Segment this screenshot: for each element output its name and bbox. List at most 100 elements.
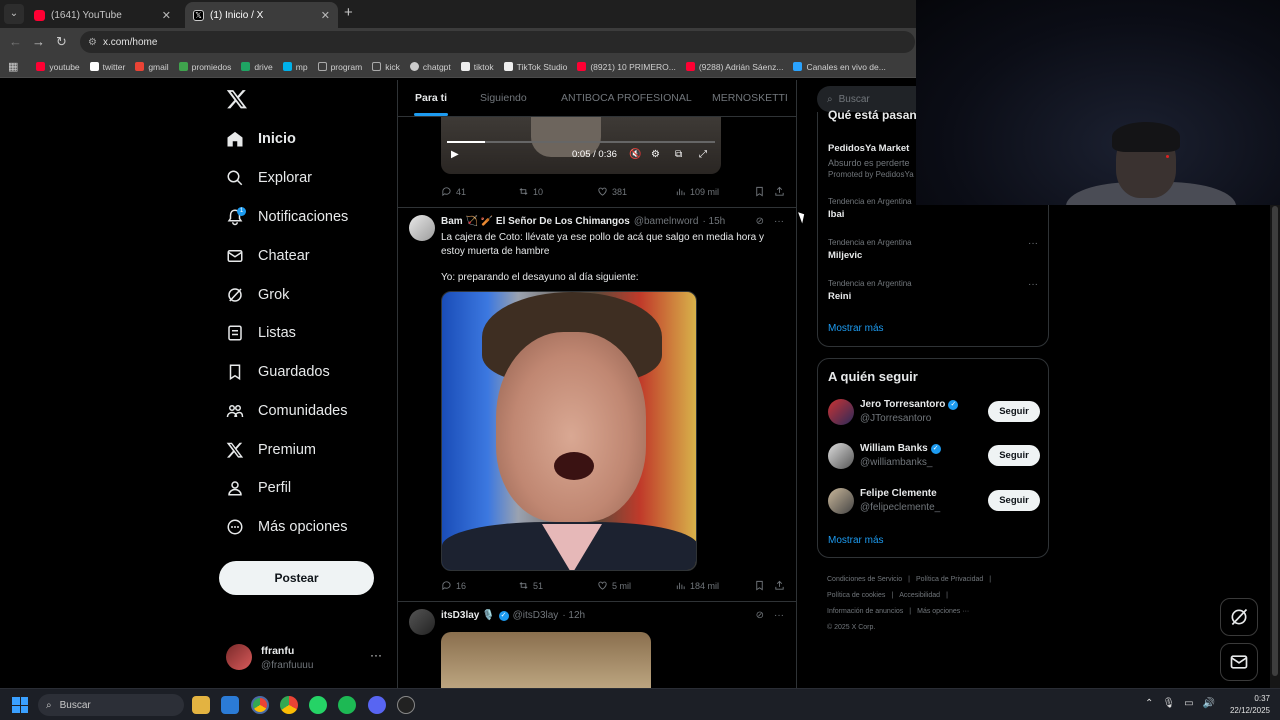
chevron-up-icon[interactable]: ⌃ <box>1145 698 1153 709</box>
nav-item-grok[interactable]: Grok <box>226 282 289 308</box>
share-button[interactable] <box>774 580 785 591</box>
windows-start-icon[interactable] <box>12 697 28 713</box>
taskbar-clock[interactable]: 0:37 22/12/2025 <box>1230 693 1270 717</box>
obs-icon[interactable] <box>397 696 415 714</box>
nav-item-comunidades[interactable]: Comunidades <box>226 398 347 424</box>
tab-search-button[interactable]: ⌄ <box>4 4 24 24</box>
site-info-icon[interactable]: ⚙ <box>88 37 97 48</box>
back-arrow-icon[interactable]: ← <box>9 34 22 49</box>
repost-button[interactable]: 10 <box>518 186 543 197</box>
volume-icon[interactable]: 🔊 <box>1203 698 1215 709</box>
nav-item-mas-opciones[interactable]: Más opciones <box>226 514 347 540</box>
more-icon[interactable]: ··· <box>1028 279 1038 290</box>
bookmark-item[interactable]: mp <box>282 62 308 72</box>
new-tab-button[interactable]: + <box>344 4 353 21</box>
bookmark-item[interactable]: gmail <box>135 62 169 72</box>
bookmark-item[interactable]: drive <box>241 62 273 72</box>
follow-show-more-link[interactable]: Mostrar más <box>828 535 884 546</box>
follow-button[interactable]: Seguir <box>988 401 1040 422</box>
views-button[interactable]: 109 mil <box>675 186 719 197</box>
store-icon[interactable] <box>221 696 239 714</box>
chrome-profile-icon[interactable] <box>280 696 298 714</box>
grok-icon[interactable]: ⊘ <box>756 216 764 227</box>
account-switcher[interactable]: ffranfu @franfuuuu ··· <box>226 642 386 678</box>
avatar[interactable] <box>409 215 435 241</box>
nav-item-guardados[interactable]: Guardados <box>226 359 330 385</box>
reply-button[interactable]: 16 <box>441 580 466 591</box>
close-tab-icon[interactable]: ✕ <box>321 9 330 22</box>
nav-item-inicio[interactable]: Inicio <box>226 126 296 152</box>
trends-show-more-link[interactable]: Mostrar más <box>828 323 884 334</box>
tab-youtube[interactable]: (1641) YouTube ✕ <box>26 2 179 28</box>
bookmark-item[interactable]: tiktok <box>460 62 494 72</box>
scrollbar-thumb[interactable] <box>1272 206 1278 676</box>
bookmark-item[interactable]: (8921) 10 PRIMERO... <box>577 62 676 72</box>
follow-button[interactable]: Seguir <box>988 445 1040 466</box>
nav-item-chatear[interactable]: Chatear <box>226 243 310 269</box>
follow-suggestion[interactable]: Felipe Clemente @felipeclemente_ Seguir <box>828 488 1040 518</box>
more-icon[interactable]: ··· <box>1028 238 1038 249</box>
repost-button[interactable]: 51 <box>518 580 543 591</box>
mute-icon[interactable]: 🔇 <box>629 149 641 160</box>
whatsapp-icon[interactable] <box>309 696 327 714</box>
post-time[interactable]: · 12h <box>562 610 585 621</box>
footer-link[interactable]: Política de Privacidad <box>916 576 983 583</box>
bookmark-item[interactable]: program <box>317 62 362 72</box>
more-icon[interactable]: ··· <box>774 610 784 621</box>
tab-x-home[interactable]: 𝕏 (1) Inicio / X ✕ <box>185 2 338 28</box>
nav-item-perfil[interactable]: Perfil <box>226 475 291 501</box>
avatar[interactable] <box>409 609 435 635</box>
bookmark-item[interactable]: promiedos <box>178 62 231 72</box>
settings-gear-icon[interactable]: ⚙ <box>651 149 660 160</box>
grok-icon[interactable]: ⊘ <box>756 610 764 621</box>
tab-para-ti[interactable]: Para ti <box>415 92 447 104</box>
like-button[interactable]: 381 <box>597 186 627 197</box>
follow-suggestion[interactable]: William Banks ✓ @williambanks_ Seguir <box>828 443 1040 473</box>
trend-item[interactable]: Tendencia en Argentina Reini ··· <box>828 279 1040 302</box>
post-time[interactable]: · 15h <box>702 216 725 227</box>
reply-button[interactable]: 41 <box>441 186 466 197</box>
more-icon[interactable]: ··· <box>774 216 784 227</box>
reload-icon[interactable]: ↻ <box>56 34 67 50</box>
nav-item-listas[interactable]: Listas <box>226 320 296 346</box>
footer-link[interactable]: Información de anuncios <box>827 608 903 615</box>
bookmark-item[interactable]: kick <box>372 62 400 72</box>
forward-arrow-icon[interactable]: → <box>32 34 45 49</box>
follow-button[interactable]: Seguir <box>988 490 1040 511</box>
file-explorer-icon[interactable] <box>192 696 210 714</box>
bookmark-post-button[interactable] <box>754 186 765 197</box>
fullscreen-icon[interactable]: ⤢ <box>699 149 707 160</box>
video-progress-bar[interactable] <box>447 141 715 143</box>
pip-icon[interactable]: ⧉ <box>675 149 682 160</box>
tab-siguiendo[interactable]: Siguiendo <box>480 92 527 104</box>
views-button[interactable]: 184 mil <box>675 580 719 591</box>
post-image[interactable] <box>441 632 651 688</box>
footer-link[interactable]: Más opciones ··· <box>917 608 969 615</box>
bookmark-item[interactable]: chatgpt <box>409 62 451 72</box>
post-image[interactable] <box>441 291 697 571</box>
discord-icon[interactable] <box>368 696 386 714</box>
video-player[interactable]: ▶ 0:05 / 0:36 🔇 ⚙ ⧉ ⤢ <box>441 117 721 174</box>
microphone-icon[interactable]: 🎙 <box>1162 698 1175 709</box>
url-input[interactable]: ⚙ x.com/home <box>80 31 915 53</box>
x-logo-icon[interactable] <box>226 88 248 110</box>
nav-item-explorar[interactable]: Explorar <box>226 165 312 191</box>
spotify-icon[interactable] <box>338 696 356 714</box>
footer-link[interactable]: Política de cookies <box>827 592 885 599</box>
follow-suggestion[interactable]: Jero Torresantoro ✓ @JTorresantoro Seguir <box>828 399 1040 429</box>
display-icon[interactable]: ▭ <box>1184 698 1193 709</box>
bookmark-item[interactable]: TikTok Studio <box>503 62 567 72</box>
bookmark-item[interactable]: (9288) Adrián Sáenz... <box>685 62 783 72</box>
more-icon[interactable]: ··· <box>370 648 382 662</box>
bookmark-item[interactable]: twitter <box>89 62 125 72</box>
post-button[interactable]: Postear <box>219 561 374 595</box>
apps-grid-icon[interactable]: ▦ <box>8 60 18 73</box>
close-tab-icon[interactable]: ✕ <box>162 9 171 22</box>
play-icon[interactable]: ▶ <box>451 149 459 160</box>
share-button[interactable] <box>774 186 785 197</box>
trend-item[interactable]: Tendencia en Argentina Miljevic ··· <box>828 238 1040 261</box>
grok-floating-button[interactable] <box>1220 598 1258 636</box>
nav-item-notificaciones[interactable]: 1 Notificaciones <box>226 204 348 230</box>
post-author-handle[interactable]: @bamelnword <box>634 216 699 227</box>
footer-link[interactable]: Condiciones de Servicio <box>827 576 902 583</box>
